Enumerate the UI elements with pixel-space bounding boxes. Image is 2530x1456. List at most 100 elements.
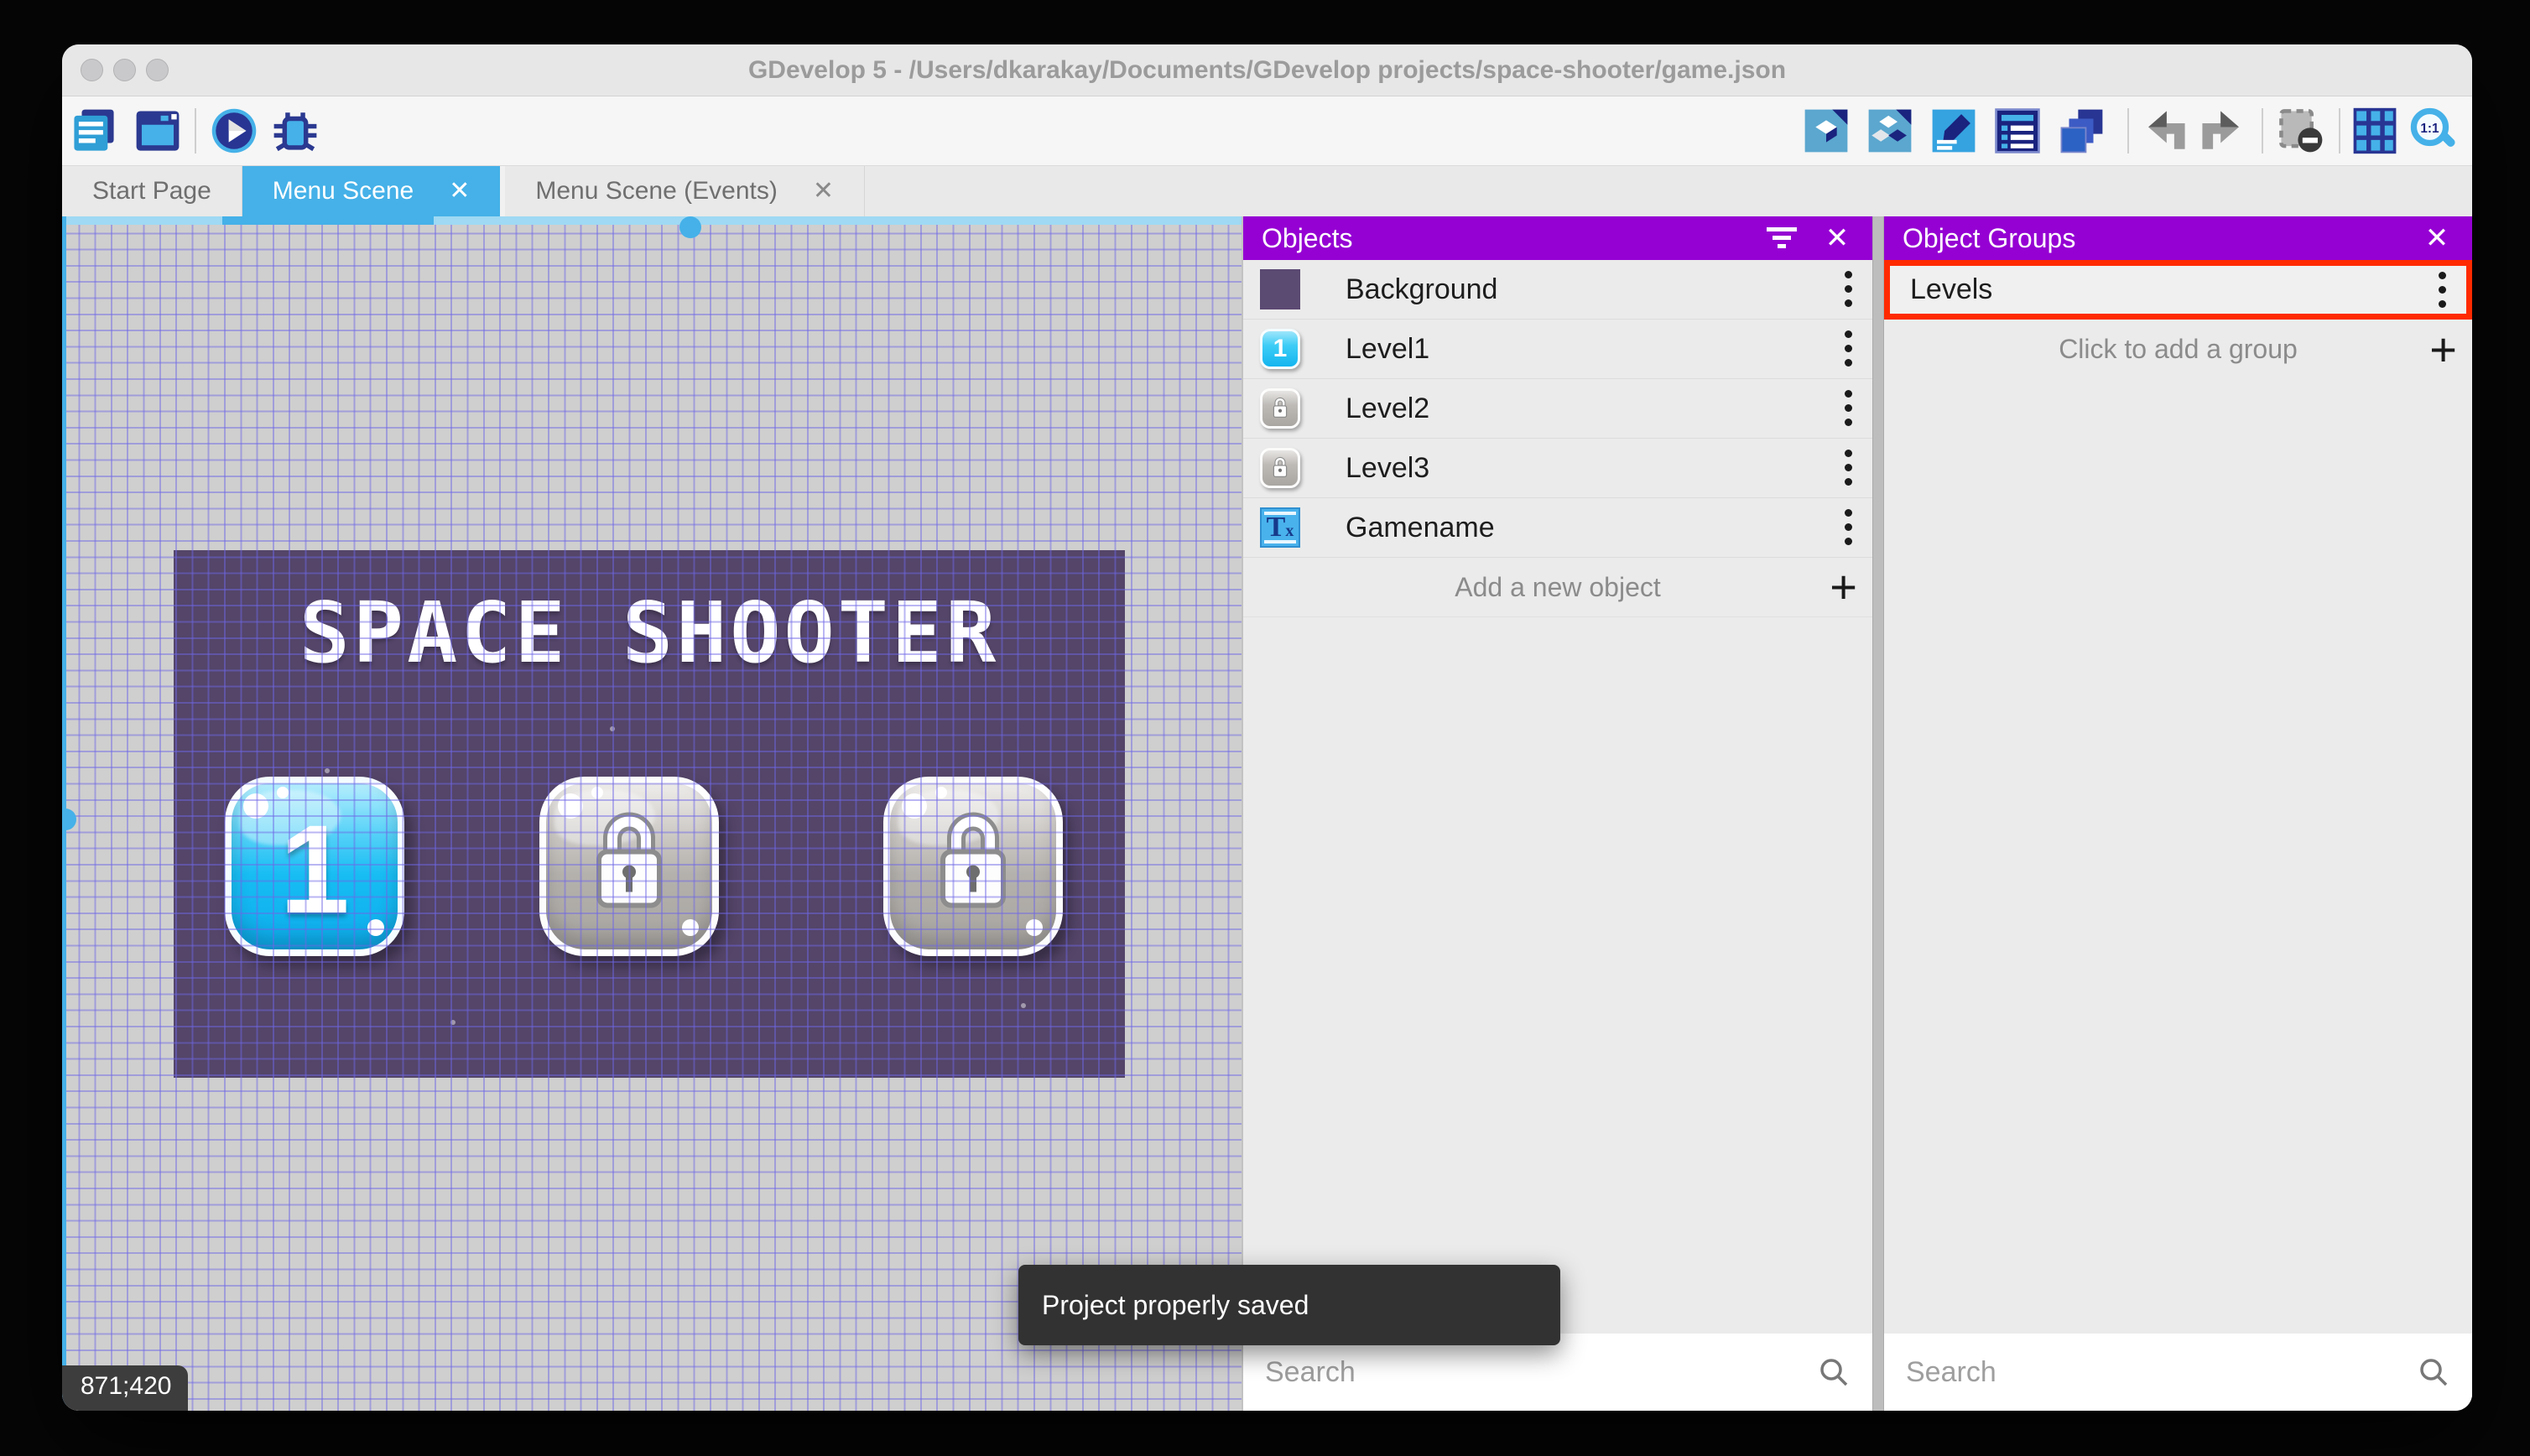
editor-tab-bar: Start Page Menu Scene ✕ Menu Scene (Even… [62, 166, 2472, 216]
main-toolbar: 1:1 [62, 96, 2472, 166]
save-toast: Project properly saved [1018, 1265, 1560, 1345]
close-panel-icon[interactable]: ✕ [2420, 221, 2454, 255]
search-icon [2420, 1359, 2448, 1386]
project-manager-icon[interactable] [70, 107, 118, 155]
object-groups-icon[interactable] [1866, 107, 1914, 155]
level1-thumbnail: 1 [1260, 329, 1300, 369]
editor-content: SPACE SHOOTER 1 871;420 Objects ✕ Backgr… [62, 216, 2472, 1411]
objects-search-input[interactable] [1265, 1355, 1817, 1389]
object-row-gamename[interactable]: Tx Gamename [1243, 498, 1872, 558]
traffic-lights [81, 59, 169, 81]
object-name: Level2 [1346, 392, 1430, 424]
object-name: Level1 [1346, 332, 1430, 365]
object-menu-icon[interactable] [1844, 390, 1852, 427]
cursor-coordinates-badge: 871;420 [62, 1365, 189, 1411]
svg-text:1:1: 1:1 [2420, 122, 2439, 136]
desktop-background: GDevelop 5 - /Users/dkarakay/Documents/G… [0, 0, 2530, 1456]
plus-icon[interactable]: + [2429, 325, 2457, 373]
object-menu-icon[interactable] [1844, 450, 1852, 486]
object-groups-panel: Object Groups ✕ Levels Click to add a gr… [1884, 216, 2472, 1411]
objects-panel: Objects ✕ Background 1 Level1 Level2 Lev… [1243, 216, 1872, 1411]
zoom-one-to-one-icon[interactable]: 1:1 [2409, 107, 2458, 155]
horizontal-scrollbar-handle[interactable] [679, 216, 701, 238]
objects-list-icon[interactable] [1802, 107, 1851, 155]
window-title: GDevelop 5 - /Users/dkarakay/Documents/G… [747, 56, 1787, 84]
plus-icon[interactable]: + [1830, 564, 1857, 611]
close-panel-icon[interactable]: ✕ [1820, 221, 1854, 255]
scene-window-icon[interactable] [133, 107, 182, 155]
add-group-row[interactable]: Click to add a group + [1884, 320, 2472, 379]
groups-search-input[interactable] [1906, 1355, 2417, 1389]
tab-label: Menu Scene [272, 177, 414, 205]
panel-resize-divider[interactable] [1872, 216, 1884, 1411]
level3-button-instance[interactable] [883, 777, 1063, 956]
object-name: Gamename [1346, 511, 1495, 543]
search-icon [1820, 1359, 1848, 1386]
toolbar-divider [195, 108, 196, 153]
tab-menu-scene-events[interactable]: Menu Scene (Events) ✕ [505, 166, 865, 216]
add-object-row[interactable]: Add a new object + [1243, 558, 1872, 617]
groups-panel-header: Object Groups ✕ [1884, 216, 2472, 260]
horizontal-scrollbar[interactable] [62, 216, 1242, 238]
object-row-level1[interactable]: 1 Level1 [1243, 320, 1872, 379]
objects-panel-header: Objects ✕ [1243, 216, 1872, 260]
vertical-scrollbar-handle[interactable] [62, 809, 76, 830]
scene-canvas[interactable]: SPACE SHOOTER 1 871;420 [62, 216, 1243, 1411]
game-background-instance[interactable]: SPACE SHOOTER 1 [174, 550, 1125, 1078]
toolbar-divider [2262, 108, 2263, 153]
group-name: Levels [1910, 273, 1993, 305]
group-menu-icon[interactable] [2438, 271, 2446, 309]
background-thumbnail [1260, 269, 1300, 309]
tab-label: Menu Scene (Events) [535, 177, 778, 205]
lock-icon [940, 812, 1006, 908]
maximize-window-button[interactable] [146, 59, 169, 81]
toggle-grid-icon[interactable] [2350, 107, 2399, 155]
gamename-thumbnail: Tx [1260, 507, 1300, 548]
object-row-level3[interactable]: Level3 [1243, 439, 1872, 498]
minimize-window-button[interactable] [113, 59, 136, 81]
level3-thumbnail [1260, 448, 1300, 488]
horizontal-scrollbar-range [222, 216, 434, 225]
close-window-button[interactable] [81, 59, 103, 81]
object-menu-icon[interactable] [1844, 509, 1852, 546]
debug-icon[interactable] [271, 107, 320, 155]
object-row-level2[interactable]: Level2 [1243, 379, 1872, 439]
tab-close-icon[interactable]: ✕ [449, 179, 470, 204]
level1-number: 1 [279, 798, 350, 939]
object-row-background[interactable]: Background [1243, 260, 1872, 320]
redo-icon[interactable] [2198, 107, 2246, 155]
toolbar-divider [2339, 108, 2340, 153]
star-decoration [1021, 1003, 1026, 1008]
filter-icon[interactable] [1765, 221, 1799, 255]
undo-icon[interactable] [2141, 107, 2189, 155]
level2-thumbnail [1260, 388, 1300, 429]
button-sparkle [558, 793, 583, 819]
button-sparkle [1026, 919, 1043, 936]
toolbar-divider [2127, 108, 2129, 153]
button-sparkle [591, 787, 603, 798]
toggle-mask-icon[interactable] [2277, 107, 2325, 155]
level1-button-instance[interactable]: 1 [225, 777, 404, 956]
button-sparkle [935, 787, 947, 798]
gdevelop-window: GDevelop 5 - /Users/dkarakay/Documents/G… [62, 44, 2472, 1411]
play-preview-icon[interactable] [210, 107, 258, 155]
object-menu-icon[interactable] [1844, 330, 1852, 367]
lock-icon [596, 812, 662, 908]
tab-menu-scene[interactable]: Menu Scene ✕ [242, 166, 501, 216]
tab-close-icon[interactable]: ✕ [813, 179, 834, 204]
group-row-levels[interactable]: Levels [1884, 260, 2472, 320]
tab-label: Start Page [92, 177, 211, 205]
level2-button-instance[interactable] [539, 777, 719, 956]
groups-search-row [1884, 1334, 2472, 1411]
instances-list-icon[interactable] [1993, 107, 2042, 155]
properties-icon[interactable] [1929, 107, 1978, 155]
vertical-scrollbar[interactable] [62, 216, 76, 1411]
star-decoration [610, 726, 615, 731]
star-decoration [325, 768, 330, 773]
layers-icon[interactable] [2057, 107, 2106, 155]
tab-start-page[interactable]: Start Page [62, 166, 242, 216]
toast-message: Project properly saved [1042, 1289, 1309, 1320]
add-object-label: Add a new object [1455, 571, 1661, 602]
object-menu-icon[interactable] [1844, 271, 1852, 308]
add-group-label: Click to add a group [2059, 334, 2298, 364]
